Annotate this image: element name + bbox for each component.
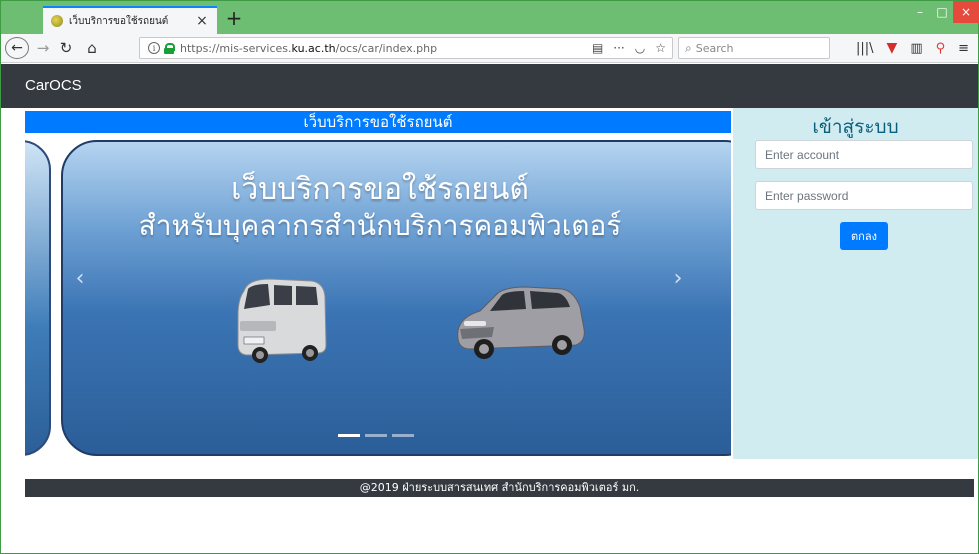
tab-active[interactable]: เว็บบริการขอใช้รถยนต์ × bbox=[43, 6, 217, 34]
tab-title: เว็บบริการขอใช้รถยนต์ bbox=[69, 15, 169, 27]
url-path: /ocs/car/index.php bbox=[335, 41, 438, 55]
toolbar-icons: |||\ ▼ ▥ ⚲ ≡ bbox=[856, 37, 969, 59]
browser-toolbar: ← → ↻ ⌂ i https://mis-services. ku.ac.th /… bbox=[1, 34, 978, 63]
url-host: ku.ac.th bbox=[291, 41, 336, 55]
sidebar-icon[interactable]: ▥ bbox=[910, 41, 922, 56]
reader-view-icon[interactable]: ▤ bbox=[592, 41, 603, 55]
close-window-icon[interactable]: × bbox=[953, 1, 979, 23]
reload-icon[interactable]: ↻ bbox=[55, 37, 77, 59]
info-icon[interactable]: i bbox=[148, 42, 160, 54]
slide-subheading: สำหรับบุคลากรสำนักบริการคอมพิวเตอร์ bbox=[138, 209, 622, 242]
new-tab-button[interactable]: + bbox=[223, 6, 245, 30]
password-input[interactable] bbox=[755, 181, 973, 210]
maximize-icon[interactable]: □ bbox=[931, 1, 953, 23]
address-bar-actions: ▤ ··· ◡ ☆ bbox=[592, 39, 666, 57]
shield-icon[interactable]: ▼ bbox=[887, 40, 898, 56]
forward-arrow-icon[interactable]: → bbox=[33, 37, 53, 59]
previous-slide-edge bbox=[25, 140, 51, 456]
carousel-next-icon[interactable]: › bbox=[663, 263, 693, 293]
key-icon[interactable]: ⚲ bbox=[936, 41, 946, 56]
page-footer: @2019 ฝ่ายระบบสารสนเทศ สำนักบริการคอมพิว… bbox=[25, 479, 974, 497]
carousel-indicator[interactable] bbox=[392, 434, 414, 437]
pocket-icon[interactable]: ◡ bbox=[635, 41, 645, 55]
search-placeholder: Search bbox=[695, 41, 734, 55]
carousel-indicators bbox=[338, 434, 414, 437]
site-brand[interactable]: CarOCS bbox=[25, 77, 82, 94]
login-submit-button[interactable]: ตกลง bbox=[840, 222, 888, 250]
search-icon: ⌕ bbox=[685, 40, 692, 55]
suv-image bbox=[457, 286, 585, 359]
search-box[interactable]: ⌕ Search bbox=[678, 37, 830, 59]
service-title: เว็บบริการขอใช้รถยนต์ bbox=[25, 111, 731, 133]
carousel-prev-icon[interactable]: ‹ bbox=[65, 263, 95, 293]
site-favicon-icon bbox=[51, 15, 63, 27]
site-navbar: CarOCS bbox=[1, 64, 978, 108]
browser-window: เว็บบริการขอใช้รถยนต์ × + – □ × ← → ↻ ⌂ … bbox=[0, 0, 979, 554]
home-icon[interactable]: ⌂ bbox=[81, 37, 103, 59]
van-image bbox=[237, 278, 327, 363]
page-actions-icon[interactable]: ··· bbox=[613, 41, 624, 55]
address-bar[interactable]: i https://mis-services. ku.ac.th/ocs/car/… bbox=[139, 37, 673, 59]
back-arrow-icon[interactable]: ← bbox=[5, 37, 29, 59]
image-carousel: เว็บบริการขอใช้รถยนต์ สำหรับบุคลากรสำนัก… bbox=[25, 138, 731, 459]
library-icon[interactable]: |||\ bbox=[856, 41, 874, 56]
tab-strip: เว็บบริการขอใช้รถยนต์ × + – □ × bbox=[1, 1, 979, 34]
login-panel: เข้าสู่ระบบ ตกลง bbox=[733, 108, 978, 459]
url-prefix: https://mis-services. bbox=[180, 41, 292, 55]
tab-close-icon[interactable]: × bbox=[195, 13, 209, 29]
page-content: CarOCS เว็บบริการขอใช้รถยนต์ เว็บบริการข… bbox=[1, 64, 978, 553]
menu-icon[interactable]: ≡ bbox=[958, 41, 969, 56]
bookmark-star-icon[interactable]: ☆ bbox=[655, 41, 666, 55]
account-input[interactable] bbox=[755, 140, 973, 169]
carousel-indicator[interactable] bbox=[338, 434, 360, 437]
carousel-indicator[interactable] bbox=[365, 434, 387, 437]
minimize-icon[interactable]: – bbox=[909, 1, 931, 23]
login-title: เข้าสู่ระบบ bbox=[812, 116, 899, 138]
lock-icon bbox=[164, 42, 175, 54]
main-column: เว็บบริการขอใช้รถยนต์ เว็บบริการขอใช้รถย… bbox=[25, 108, 731, 459]
